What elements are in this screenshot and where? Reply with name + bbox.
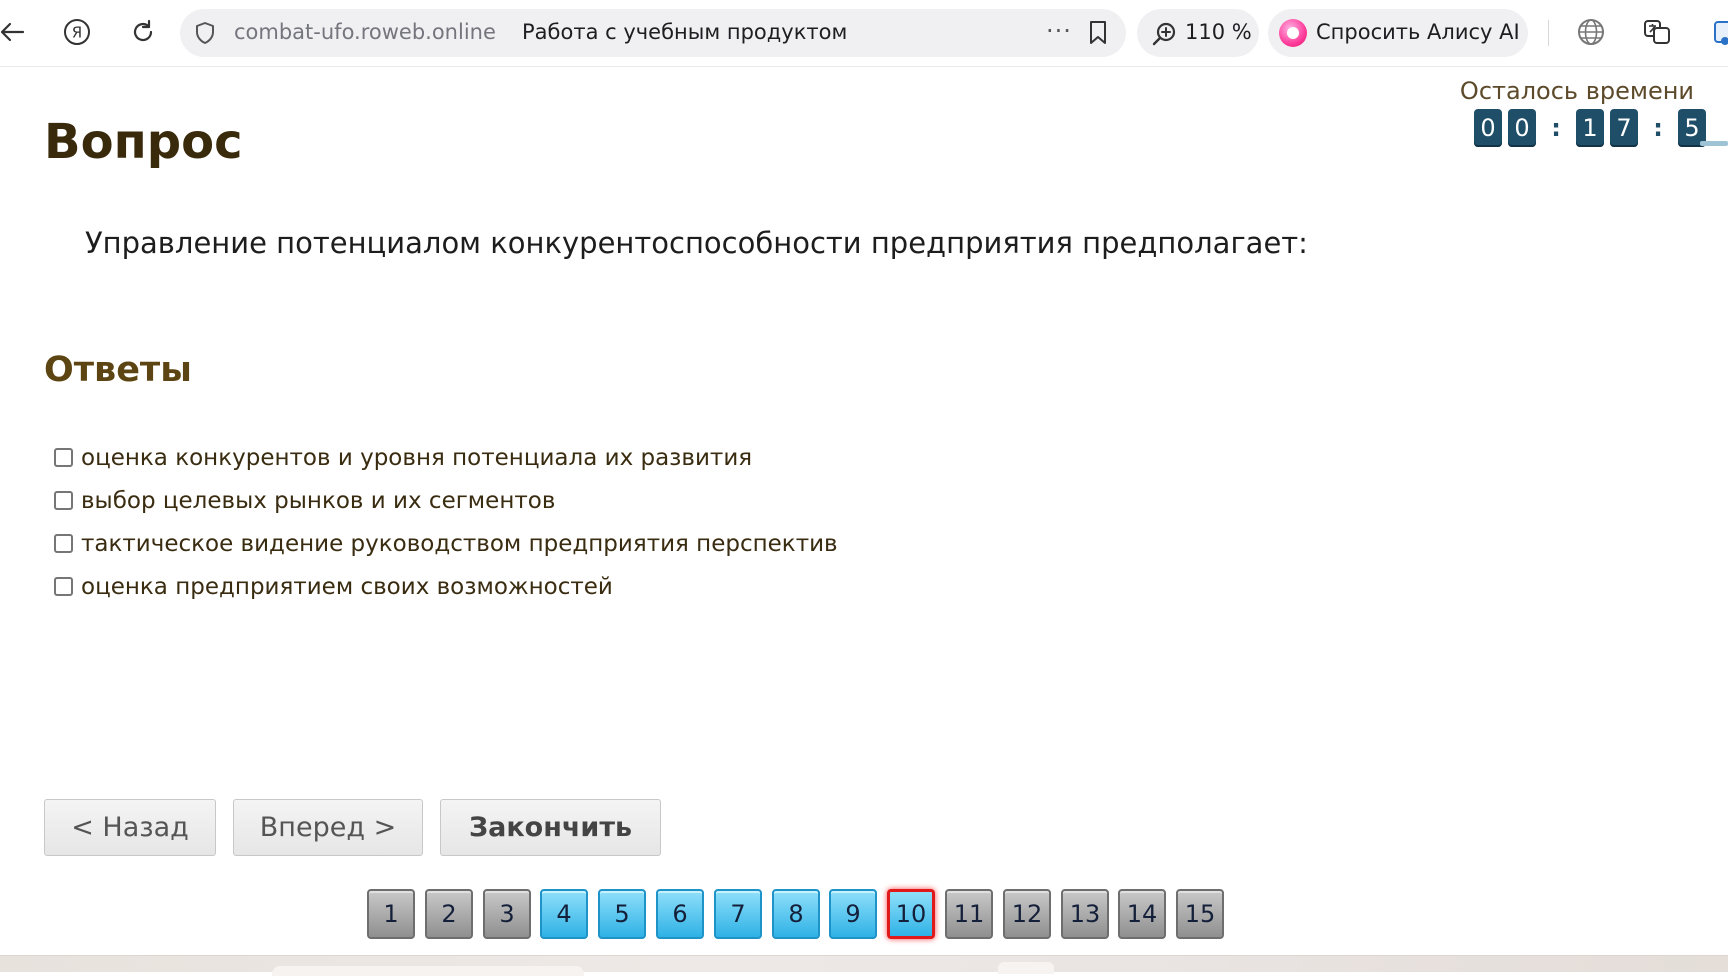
countdown-timer: 0 0 : 1 7 : 5 (1474, 109, 1712, 147)
taskbar-item (272, 966, 584, 976)
timer-digit: 0 (1508, 109, 1536, 147)
answer-option-1[interactable]: оценка конкурентов и уровня потенциала и… (54, 436, 838, 479)
answer-checkbox[interactable] (54, 577, 73, 596)
answer-label[interactable]: оценка конкурентов и уровня потенциала и… (81, 445, 752, 471)
page-button[interactable]: 13 (1061, 889, 1109, 939)
bookmark-icon[interactable] (1088, 20, 1108, 50)
taskbar-item (998, 962, 1054, 974)
page-button[interactable]: 14 (1118, 889, 1166, 939)
back-button[interactable]: < Назад (44, 799, 216, 856)
answer-label[interactable]: тактическое видение руководством предпри… (81, 531, 838, 557)
reload-icon[interactable] (125, 14, 161, 50)
timer-digit: 0 (1474, 109, 1502, 147)
alice-icon (1279, 19, 1307, 47)
answer-checkbox[interactable] (54, 491, 73, 510)
taskbar-strip (0, 955, 1728, 976)
answer-option-3[interactable]: тактическое видение руководством предпри… (54, 522, 838, 565)
address-bar[interactable]: combat-ufo.roweb.online Работа с учебным… (180, 9, 1126, 57)
timer-separator: : (1653, 114, 1663, 142)
page-button[interactable]: 6 (656, 889, 704, 939)
page-button-current[interactable]: 10 (887, 889, 935, 939)
timer-label: Осталось времени (1459, 77, 1694, 105)
question-text: Управление потенциалом конкурентоспособн… (85, 226, 1308, 260)
answer-label[interactable]: выбор целевых рынков и их сегментов (81, 488, 555, 514)
question-heading: Вопрос (44, 114, 243, 170)
zoom-icon (1151, 21, 1177, 51)
back-arrow-icon[interactable] (0, 14, 30, 50)
answer-label[interactable]: оценка предприятием своих возможностей (81, 574, 613, 600)
globe-icon[interactable] (1573, 14, 1609, 50)
page-button[interactable]: 11 (945, 889, 993, 939)
alice-button[interactable]: Спросить Алису AI (1268, 9, 1528, 57)
extension-icon[interactable] (1706, 14, 1728, 50)
answer-list: оценка конкурентов и уровня потенциала и… (54, 436, 838, 608)
alice-label: Спросить Алису AI (1316, 20, 1520, 44)
svg-text:Я: Я (72, 24, 82, 42)
answer-option-2[interactable]: выбор целевых рынков и их сегментов (54, 479, 838, 522)
page-button[interactable]: 15 (1176, 889, 1224, 939)
url-text[interactable]: combat-ufo.roweb.online (234, 20, 496, 44)
page-button[interactable]: 3 (483, 889, 531, 939)
tab-page-title: Работа с учебным продуктом (522, 20, 848, 44)
timer-separator: : (1551, 114, 1561, 142)
toolbar-divider (1548, 20, 1549, 46)
answer-checkbox[interactable] (54, 534, 73, 553)
answer-option-4[interactable]: оценка предприятием своих возможностей (54, 565, 838, 608)
shield-icon[interactable] (194, 21, 216, 49)
finish-button[interactable]: Закончить (440, 799, 661, 856)
page-button[interactable]: 5 (598, 889, 646, 939)
answers-heading: Ответы (44, 350, 192, 390)
timer-digit: 1 (1576, 109, 1604, 147)
yandex-icon[interactable]: Я (59, 14, 95, 50)
zoom-control[interactable]: 110 % (1137, 9, 1259, 57)
answer-checkbox[interactable] (54, 448, 73, 467)
page-button[interactable]: 7 (714, 889, 762, 939)
page-button[interactable]: 12 (1003, 889, 1051, 939)
forward-button[interactable]: Вперед > (233, 799, 423, 856)
page-button[interactable]: 8 (772, 889, 820, 939)
page-button[interactable]: 1 (367, 889, 415, 939)
page-button[interactable]: 9 (829, 889, 877, 939)
zoom-level: 110 % (1185, 20, 1252, 44)
timer-digit: 7 (1610, 109, 1638, 147)
translate-icon[interactable] (1639, 14, 1675, 50)
page-button[interactable]: 4 (540, 889, 588, 939)
test-page: Осталось времени 0 0 : 1 7 : 5 Вопрос Уп… (0, 67, 1728, 955)
browser-toolbar: Я combat-ufo.roweb.online Работа с учебн… (0, 0, 1728, 67)
page-button[interactable]: 2 (425, 889, 473, 939)
timer-progress-tick (1700, 141, 1728, 146)
more-icon[interactable]: ··· (1046, 17, 1072, 45)
